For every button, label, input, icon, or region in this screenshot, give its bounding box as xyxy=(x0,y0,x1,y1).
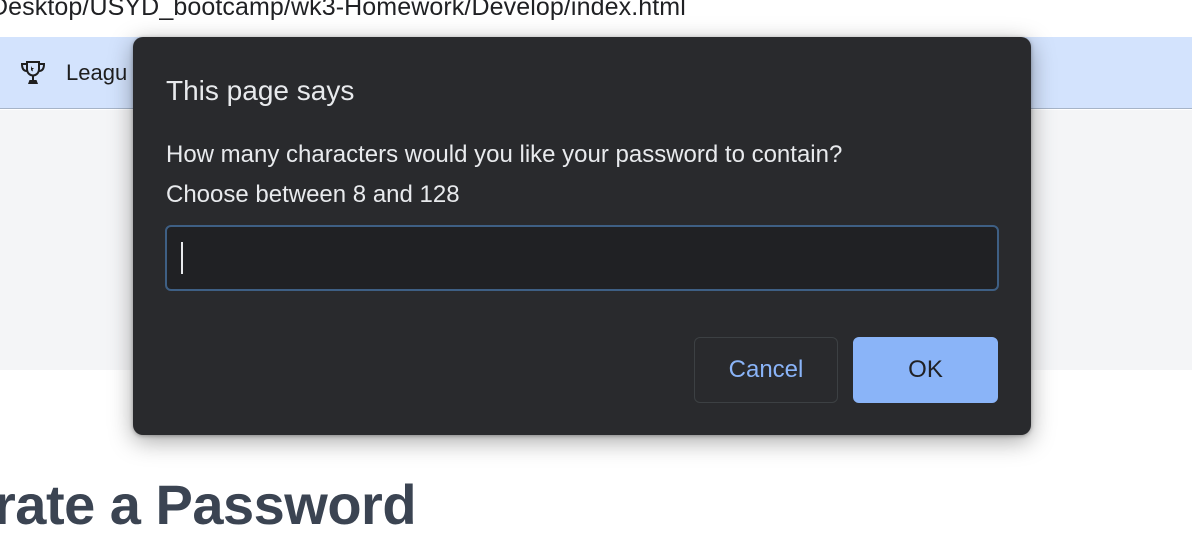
prompt-dialog: This page says How many characters would… xyxy=(133,37,1031,435)
page-title: rate a Password xyxy=(0,473,417,536)
bookmark-label: Leagu xyxy=(66,60,128,85)
trophy-icon xyxy=(18,58,48,88)
text-caret xyxy=(181,242,183,274)
password-length-input[interactable] xyxy=(165,225,999,291)
dialog-message-line: Choose between 8 and 128 xyxy=(166,181,460,208)
browser-window: Desktop/USYD_bootcamp/wk3-Homework/Devel… xyxy=(0,0,1192,559)
dialog-message: How many characters would you like your … xyxy=(166,135,842,215)
dialog-message-line: How many characters would you like your … xyxy=(166,141,843,168)
dialog-title: This page says xyxy=(166,75,355,106)
ok-button[interactable]: OK xyxy=(853,337,998,403)
address-bar[interactable]: Desktop/USYD_bootcamp/wk3-Homework/Devel… xyxy=(0,0,1192,37)
cancel-button[interactable]: Cancel xyxy=(694,337,838,403)
bookmark-item[interactable]: Leagu xyxy=(18,57,127,89)
address-bar-url[interactable]: Desktop/USYD_bootcamp/wk3-Homework/Devel… xyxy=(0,0,686,22)
